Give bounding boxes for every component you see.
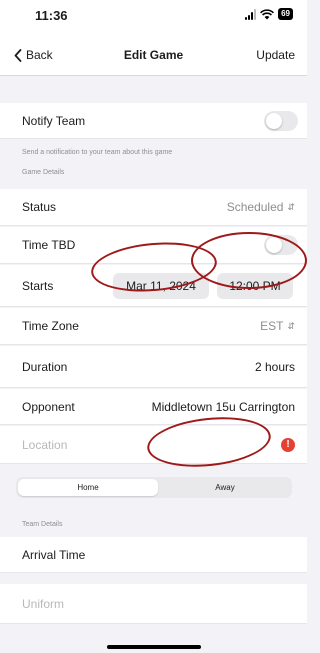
opponent-value: Middletown 15u Carrington xyxy=(151,399,295,414)
time-tbd-row: Time TBD xyxy=(0,227,307,264)
time-zone-value: EST xyxy=(260,319,284,333)
status-time: 11:36 xyxy=(35,8,68,23)
starts-row: Starts Mar 11, 2024 12:00 PM xyxy=(0,265,307,307)
chevron-left-icon xyxy=(14,48,22,62)
time-tbd-toggle[interactable] xyxy=(264,235,298,255)
uniform-row[interactable]: Uniform xyxy=(0,584,307,624)
uniform-field[interactable]: Uniform xyxy=(22,597,64,611)
section-header-game-details: Game Details xyxy=(22,169,65,176)
status-row[interactable]: Status Scheduled ⇵ xyxy=(0,189,307,226)
back-button[interactable]: Back xyxy=(14,48,53,62)
notify-caption: Send a notification to your team about t… xyxy=(22,149,173,156)
section-header-team-details: Team Details xyxy=(22,521,63,528)
away-segment[interactable]: Away xyxy=(160,479,290,496)
battery-icon: 69 xyxy=(278,8,293,20)
wifi-icon xyxy=(260,8,275,19)
status-value: Scheduled xyxy=(226,200,284,214)
start-date-picker[interactable]: Mar 11, 2024 xyxy=(113,272,209,299)
home-indicator xyxy=(107,645,201,649)
status-icons: 69 xyxy=(245,8,293,20)
time-zone-label: Time Zone xyxy=(22,319,79,333)
chevron-updown-icon: ⇵ xyxy=(287,320,295,331)
time-zone-select[interactable]: EST ⇵ xyxy=(260,319,295,333)
navigation-bar: Back Edit Game Update xyxy=(0,32,307,76)
notify-team-row: Notify Team xyxy=(0,103,307,139)
status-select[interactable]: Scheduled ⇵ xyxy=(227,200,295,214)
notify-team-toggle[interactable] xyxy=(264,110,298,131)
arrival-time-label: Arrival Time xyxy=(22,547,86,562)
home-away-segmented-control[interactable]: Home Away xyxy=(16,477,292,498)
starts-label: Starts xyxy=(22,278,54,293)
time-tbd-label: Time TBD xyxy=(22,238,76,252)
chevron-updown-icon: ⇵ xyxy=(287,201,295,212)
back-label: Back xyxy=(26,48,53,62)
duration-row[interactable]: Duration 2 hours xyxy=(0,346,307,388)
duration-value: 2 hours xyxy=(254,359,295,374)
status-bar: 11:36 69 xyxy=(0,0,307,32)
start-time-picker[interactable]: 12:00 PM xyxy=(217,272,293,299)
opponent-label: Opponent xyxy=(22,399,75,414)
status-label: Status xyxy=(22,200,57,214)
location-field[interactable]: Location xyxy=(22,438,67,452)
update-button[interactable]: Update xyxy=(256,48,295,62)
time-zone-row[interactable]: Time Zone EST ⇵ xyxy=(0,308,307,345)
home-segment[interactable]: Home xyxy=(18,479,158,496)
arrival-time-row[interactable]: Arrival Time xyxy=(0,537,307,573)
location-row[interactable]: Location ! xyxy=(0,426,307,464)
duration-label: Duration xyxy=(22,359,68,374)
opponent-row[interactable]: Opponent Middletown 15u Carrington xyxy=(0,389,307,425)
alert-icon[interactable]: ! xyxy=(281,437,295,452)
notify-team-label: Notify Team xyxy=(22,113,86,128)
signal-icon xyxy=(245,8,257,20)
